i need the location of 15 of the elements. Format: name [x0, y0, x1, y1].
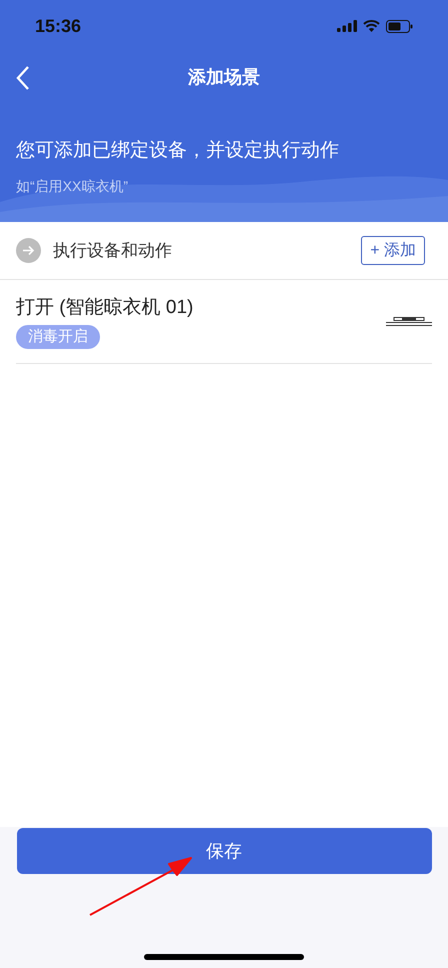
arrow-circle-icon: [16, 238, 41, 263]
intro-text: 您可添加已绑定设备，并设定执行动作: [16, 139, 340, 163]
add-button[interactable]: + 添加: [361, 236, 425, 265]
clothes-rack-icon: [386, 316, 432, 326]
action-title: 打开 (智能晾衣机 01): [16, 296, 194, 320]
save-button[interactable]: 保存: [16, 828, 432, 874]
page-title: 添加场景: [186, 66, 261, 89]
signal-icon: [337, 20, 357, 32]
status-time: 15:36: [35, 14, 82, 38]
section-title: 执行设备和动作: [53, 240, 172, 262]
battery-icon: [386, 20, 413, 32]
action-tag: 消毒开启: [16, 324, 100, 349]
wifi-icon: [363, 20, 380, 32]
back-icon: [16, 64, 30, 90]
intro-hint: 如“启用XX晾衣机”: [16, 176, 129, 196]
